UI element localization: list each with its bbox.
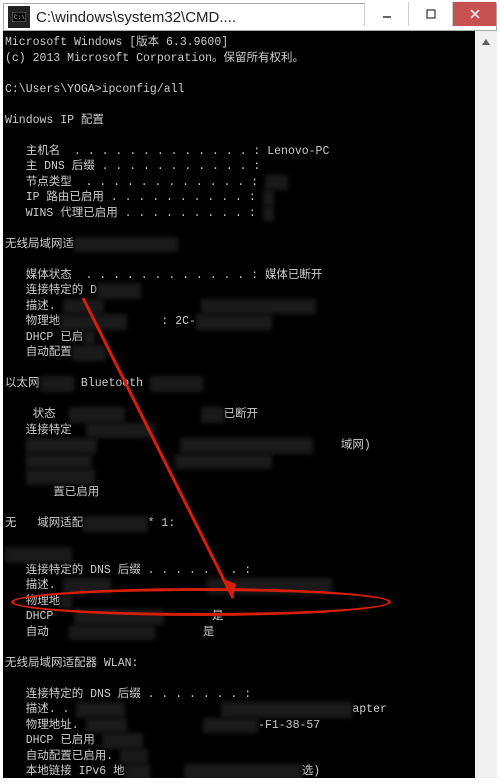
wlan-adapter2-title: 无 域网适配 [5,517,83,530]
console-header2: (c) 2013 Microsoft Corporation。保留所有权利。 [5,52,304,65]
node-type-label: 节点类型 . . . . . . . . . . . . : [5,176,258,189]
physical1-label: 物理地 [5,315,60,328]
ipv6-value: 选) [302,765,320,778]
dhcp3-value: 是 [212,610,224,623]
wins-proxy-label: WINS 代理已启用 . . . . . . . . . : [5,207,256,220]
physical1-value: 2C- [175,315,196,328]
host-name-label: 主机名 . . . . . . . . . . . . . : [5,145,267,158]
desc2-label [5,439,26,452]
console-prompt: C:\Users\YOGA>ipconfig/all [5,83,184,96]
wlan-adapter3-title: 无线局域网适配器 WLAN: [5,657,138,670]
console-output[interactable]: Microsoft Windows [版本 6.3.9600] (c) 2013… [3,31,475,778]
conn-dns3-label: 连接特定的 DNS 后缀 . . . . . . . : [5,564,251,577]
desc4-value: apter [352,703,387,716]
dhcp4-label: DHCP 已启用 [5,734,102,747]
media-state2-value: 已断开 [224,408,259,421]
ip-config-title: Windows IP 配置 [5,114,104,127]
physical4-value: -F1-38-57 [258,719,320,732]
wlan-adapter1-title: 无线局域网适 [5,238,74,251]
dhcp2-label [5,470,26,483]
console-header1: Microsoft Windows [版本 6.3.9600] [5,36,228,49]
autoconfig4-label: 自动配置已启用. [5,750,120,763]
physical3-label: 物理地 [5,595,60,608]
conn-dns4-label: 连接特定的 DNS 后缀 . . . . . . . : [5,688,251,701]
dhcp3-label: DHCP [5,610,74,623]
cmd-icon: C:\ [8,6,30,28]
autoconfig3-label: 自动 [5,626,69,639]
wlan-adapter2-suffix: * 1: [148,517,176,530]
media-state1-value: 媒体已断开 [265,269,323,282]
dns-suffix-label: 主 DNS 后缀 . . . . . . . . . . . : [5,160,260,173]
dhcp1-label: DHCP 已启 [5,331,83,344]
window-title: C:\windows\system32\CMD.... [36,9,236,26]
svg-text:C:\: C:\ [14,14,25,21]
titlebar[interactable]: C:\ C:\windows\system32\CMD.... [3,3,497,31]
eth-adapter-title2: Bluetooth [74,377,150,390]
maximize-button[interactable] [408,2,452,26]
scroll-up-button[interactable] [475,31,497,53]
autoconfig1-label: 自动配置 [5,346,72,359]
conn-dns1-label: 连接特定的 D [5,284,97,297]
cmd-window: C:\ C:\windows\system32\CMD.... Microsof… [3,3,497,778]
titlebar-controls [364,2,496,26]
close-button[interactable] [452,2,496,26]
media-state2-label: 状态 [5,408,69,421]
scrollbar-vertical[interactable] [475,31,497,778]
physical2-label [5,455,26,468]
conn-dns2-label: 连接特定 [5,424,86,437]
eth-adapter-title: 以太网 [5,377,40,390]
physical4-label: 物理地址. [5,719,86,732]
desc4-label: 描述. . [5,703,76,716]
minimize-button[interactable] [364,2,408,26]
desc3-label: 描述. [5,579,63,592]
ipv6-label: 本地链接 IPv6 地 [5,765,125,778]
autoconfig3-value: 是 [203,626,215,639]
media-state1-label: 媒体状态 . . . . . . . . . . . . : [5,269,265,282]
host-name-value: Lenovo-PC [267,145,329,158]
ip-routing-label: IP 路由已启用 . . . . . . . . . . : [5,191,256,204]
desc1-label: 描述. [5,300,63,313]
desc2-value: 域网) [313,439,371,452]
autoconfig2-label: 置已启用 [5,486,99,499]
